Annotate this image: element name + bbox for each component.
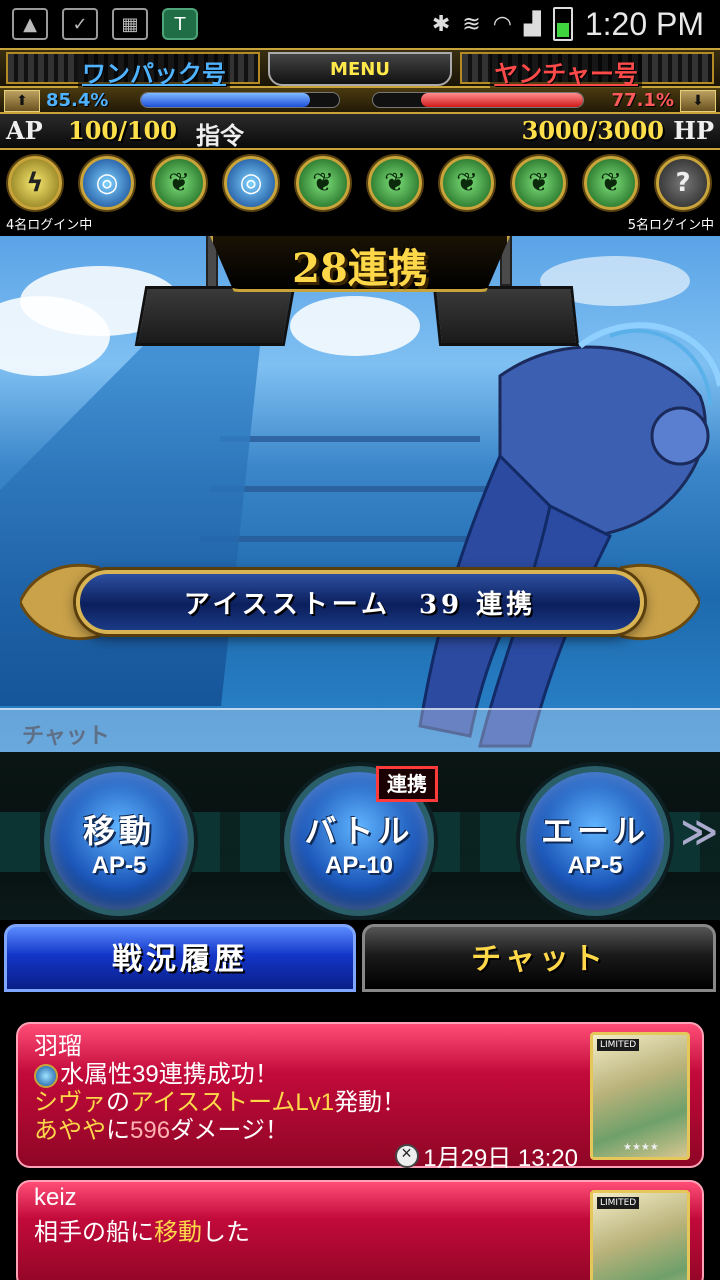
team-right-gauge xyxy=(372,92,584,108)
unknown-element-icon: ? xyxy=(656,156,710,210)
ship-gauge-bar: ⬆ 85.4% 77.1% ⬇ xyxy=(0,88,720,114)
card-thumbnail[interactable]: LIMITED ★★★★ xyxy=(590,1032,690,1160)
team-left-percent: 85.4% xyxy=(46,90,109,111)
log-text-start: 相手の船に xyxy=(34,1219,154,1246)
water-element-icon: ◎ xyxy=(224,156,278,210)
battle-log: 羽瑠 水属性39連携成功！ シヴァのアイスストームLv1発動！ あややに596ダ… xyxy=(0,996,720,1280)
ap-value: 100/100 xyxy=(68,116,177,145)
skill-name: アイスストーム xyxy=(183,589,391,620)
battery-icon xyxy=(552,7,573,41)
team-right-gauge-fill xyxy=(421,93,583,107)
leaf-element-icon: ❦ xyxy=(584,156,638,210)
move-button-ap: AP-5 xyxy=(91,852,147,879)
next-arrow-icon[interactable]: ≫ xyxy=(680,812,718,853)
chain-badge: 連携 xyxy=(376,766,438,802)
log-timestamp: 1月29日 13:20 xyxy=(395,1138,578,1173)
log-line-3: あややに596ダメージ！ xyxy=(34,1110,289,1145)
log-damage-value: 596 xyxy=(130,1117,171,1144)
log-time-text: 1月29日 13:20 xyxy=(423,1145,578,1172)
move-button-label: 移動 xyxy=(82,812,155,850)
login-count-left: 4名ログイン中 xyxy=(6,218,93,233)
login-count-right: 5名ログイン中 xyxy=(627,218,714,233)
status-bar: ▲ ✓ ▦ T ✱ ≋ ◠ ▟ 1:20 PM xyxy=(0,0,720,48)
log-tabs: 戦況履歴 チャット xyxy=(0,920,720,996)
leaf-element-icon: ❦ xyxy=(440,156,494,210)
skill-banner: アイスストーム 39 連携 xyxy=(20,558,700,646)
log-entry[interactable]: keiz 相手の船に移動した LIMITED xyxy=(16,1180,704,1280)
leaf-element-icon: ❦ xyxy=(368,156,422,210)
vibrate-icon: ≋ xyxy=(462,11,481,37)
card-limited-tag: LIMITED xyxy=(597,1197,640,1209)
battle-button-ap: AP-10 xyxy=(324,852,394,879)
sim-check-icon: ✓ xyxy=(62,8,98,40)
bluetooth-icon: ✱ xyxy=(431,11,451,37)
team-left-gauge-fill xyxy=(141,93,311,107)
log-text-activate: 発動！ xyxy=(334,1089,407,1116)
action-panel: 移動 AP-5 バトル AP-10 連携 エール AP-5 ≫ xyxy=(0,752,720,920)
ap-hp-bar: AP 100/100 指令 3000/3000 HP xyxy=(0,114,720,150)
clock-time: 1:20 PM xyxy=(584,5,704,42)
hp-value: 3000/3000 xyxy=(521,116,664,145)
gallery-icon: ▲ xyxy=(12,8,48,40)
team-left-gauge xyxy=(140,92,340,108)
tab-battle-history[interactable]: 戦況履歴 xyxy=(4,924,356,992)
log-line-1: 相手の船に移動した xyxy=(34,1212,250,1247)
battle-scene: 28連携 アイスストーム 39 連携 チャット xyxy=(0,236,720,752)
chat-strip[interactable]: チャット xyxy=(0,708,720,752)
team-right-panel: ヤンチャー号 xyxy=(460,52,714,89)
wifi-icon: ◠ xyxy=(492,11,512,37)
log-text-damage: ダメージ！ xyxy=(170,1117,289,1144)
water-element-icon: ◎ xyxy=(80,156,134,210)
skill-banner-text: アイスストーム 39 連携 xyxy=(76,570,644,634)
shield-app-icon: T xyxy=(162,8,198,40)
log-entry[interactable]: 羽瑠 水属性39連携成功！ シヴァのアイスストームLv1発動！ あややに596ダ… xyxy=(16,1022,704,1172)
team-right-percent: 77.1% xyxy=(611,90,674,111)
team-right-name[interactable]: ヤンチャー号 xyxy=(490,54,642,89)
calendar-icon: ▦ xyxy=(112,8,148,40)
log-text-ni: に xyxy=(106,1117,130,1144)
chain-count-display: 28連携 xyxy=(292,245,428,292)
skill-chain: 39 連携 xyxy=(418,589,537,620)
menu-button[interactable]: MENU xyxy=(268,52,452,86)
card-thumbnail[interactable]: LIMITED xyxy=(590,1190,690,1280)
cheer-button-ap: AP-5 xyxy=(567,852,623,879)
thunder-element-icon: ϟ xyxy=(8,156,62,210)
hp-label: HP xyxy=(673,116,714,145)
leaf-element-icon: ❦ xyxy=(296,156,350,210)
team-left-name[interactable]: ワンパック号 xyxy=(78,54,230,89)
clock-icon xyxy=(395,1143,420,1168)
card-rarity-stars: ★★★★ xyxy=(623,1142,659,1153)
move-button[interactable]: 移動 AP-5 xyxy=(44,766,194,916)
battle-button-label: バトル xyxy=(304,812,414,850)
tab-chat[interactable]: チャット xyxy=(362,924,716,992)
log-user-name: keiz xyxy=(34,1184,77,1211)
ap-label: AP xyxy=(6,116,43,145)
log-text-end: した xyxy=(202,1219,250,1246)
card-limited-tag: LIMITED xyxy=(597,1039,640,1051)
game-header: ワンパック号 MENU ヤンチャー号 xyxy=(0,48,720,89)
cheer-button[interactable]: エール AP-5 xyxy=(520,766,670,916)
chat-strip-label: チャット xyxy=(22,723,110,749)
log-target-name: あやや xyxy=(34,1117,106,1144)
team-left-panel: ワンパック号 xyxy=(6,52,260,89)
boss-creature-image xyxy=(418,322,720,748)
leaf-element-icon: ❦ xyxy=(152,156,206,210)
order-button[interactable]: 指令 xyxy=(196,116,244,151)
leaf-element-icon: ❦ xyxy=(512,156,566,210)
element-icons-row: 4名ログイン中 5名ログイン中 ϟ ◎ ❦ ◎ ❦ ❦ ❦ ❦ ❦? xyxy=(0,150,720,236)
down-arrow-icon: ⬇ xyxy=(680,90,716,112)
signal-icon: ▟ xyxy=(523,11,541,37)
up-arrow-icon: ⬆ xyxy=(4,90,40,112)
log-action-name: 移動 xyxy=(154,1219,202,1246)
cheer-button-label: エール xyxy=(540,812,649,850)
